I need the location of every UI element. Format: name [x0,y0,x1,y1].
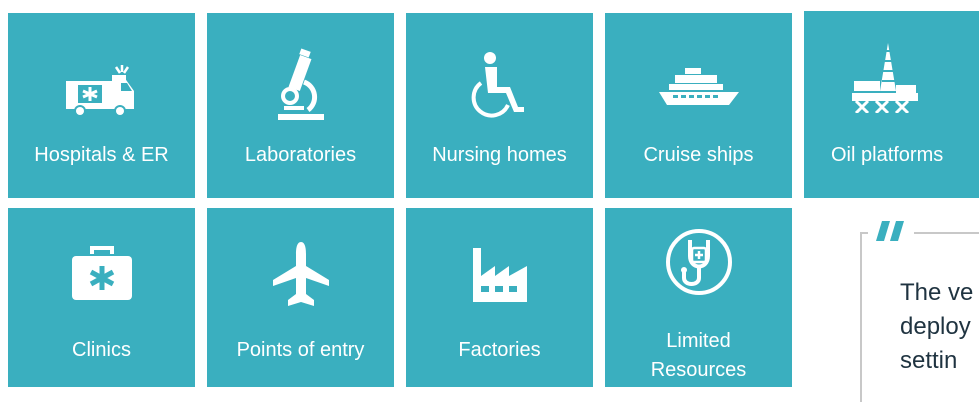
wheelchair-icon [406,51,593,123]
tile-label: Cruise ships [643,144,754,166]
tile-cruise-ships: Cruise ships [605,13,792,198]
quote-line: deploy [900,313,971,340]
quote-text: The ve deploy settin [900,276,979,378]
tile-nursing-homes: Nursing homes [406,13,593,198]
quote-line: settin [900,347,958,374]
tile-label: Oil platforms [831,144,944,166]
tile-label: Points of entry [236,339,365,361]
airplane-icon [207,242,394,308]
tile-label: Laboratories [244,144,357,166]
stethoscope-icon [605,222,792,302]
tile-oil-platforms: Oil platforms [804,11,979,198]
tile-label-line1: Limited [666,330,731,352]
cruise-ship-icon [605,68,792,106]
quote-line: The ve [900,279,974,306]
first-aid-kit-icon [8,246,195,302]
tile-limited-resources: Limited Resources [605,208,792,387]
tile-label: Factories [458,339,541,361]
tile-label-line2: Resources [650,359,747,381]
tile-laboratories: Laboratories [207,13,394,198]
tile-factories: Factories [406,208,593,387]
tile-label: Nursing homes [432,144,567,166]
tile-clinics: Clinics [8,208,195,387]
tile-hospitals-er: Hospitals & ER [8,13,195,198]
tile-label: Clinics [72,339,131,361]
tile-label: Hospitals & ER [34,144,169,166]
oil-platform-icon [790,41,979,113]
quote-mark-icon [868,218,914,246]
ambulance-icon [8,65,195,117]
microscope-icon [207,48,394,122]
factory-icon [406,246,593,304]
tile-points-of-entry: Points of entry [207,208,394,387]
